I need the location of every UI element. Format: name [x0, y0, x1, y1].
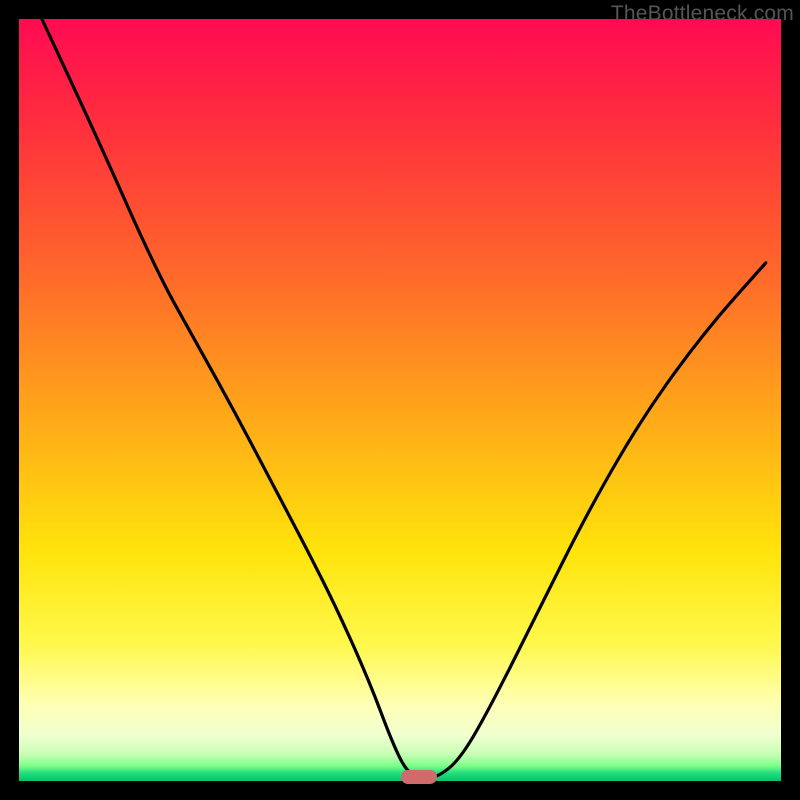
- optimum-marker: [401, 770, 437, 784]
- bottleneck-curve: [19, 19, 781, 781]
- watermark-text: TheBottleneck.com: [611, 2, 794, 26]
- chart-frame: TheBottleneck.com: [0, 0, 800, 800]
- plot-area: [19, 19, 781, 781]
